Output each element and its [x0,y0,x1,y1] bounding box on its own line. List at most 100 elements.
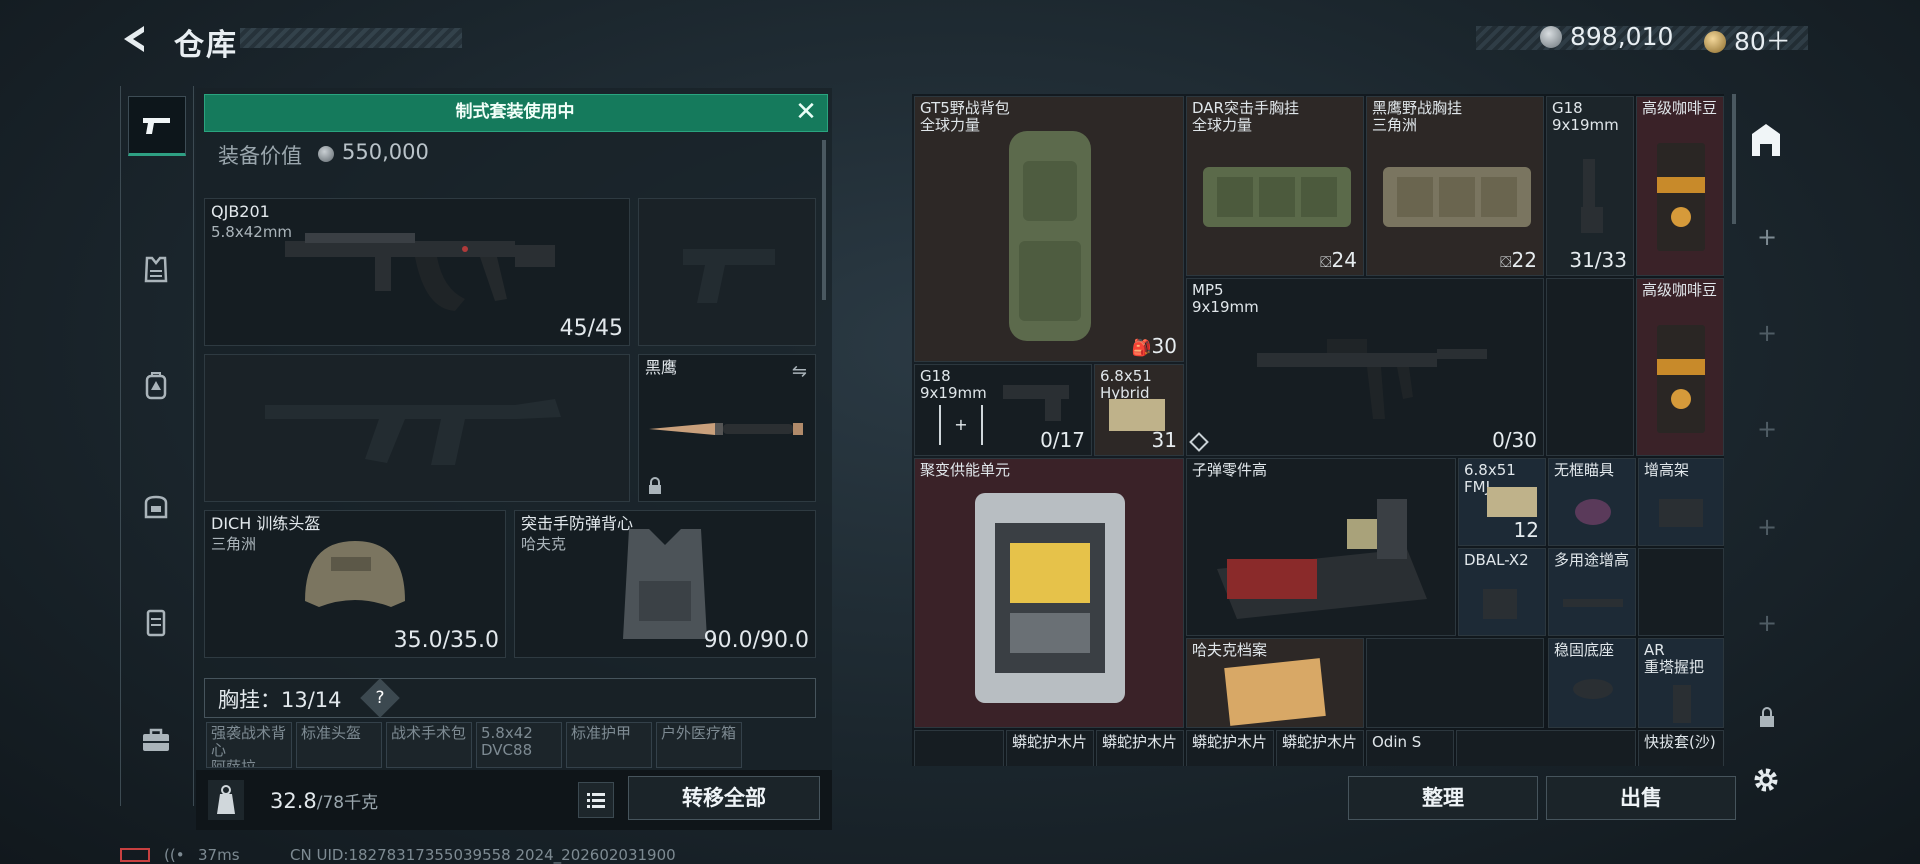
rig-image [1203,167,1351,227]
storage-item-ammo-hybrid[interactable]: 6.8x51 Hybrid 31 [1094,364,1184,456]
storage-grid: GT5野战背包 全球力量 🎒30 DAR突击手胸挂 全球力量 ⛋24 黑鹰野战胸挂三… [912,94,1724,766]
storage-item-holster[interactable]: 快拔套(沙) [1638,730,1724,766]
category-case[interactable] [128,594,184,650]
storage-item-fusion-unit[interactable]: 聚变供能单元 [914,458,1184,728]
chest-rig-label: 胸挂：13/14 [218,688,342,712]
backpack-image [1009,131,1091,341]
chest-item[interactable]: 户外医疗箱 [656,722,742,768]
storage-empty-cell[interactable] [1638,548,1724,636]
chest-item[interactable]: 战术手术包 [386,722,472,768]
storage-item-plate[interactable]: 蟒蛇护木片 [1186,730,1274,766]
backpack-mini-icon: 🎒 [1131,338,1152,357]
storage-item-coffee[interactable]: 高级咖啡豆 [1636,278,1724,456]
slot-helmet[interactable]: DICH 训练头盔 三角洲 35.0/35.0 [204,510,506,658]
transfer-all-button[interactable]: 转移全部 [628,776,820,820]
riser-image [1659,499,1703,527]
armor-maker: 哈夫克 [521,535,567,553]
storage-scrollbar[interactable] [1732,94,1736,224]
sort-button[interactable]: 整理 [1348,776,1538,820]
storage-item-g18[interactable]: G18 9x19mm 31/33 [1546,96,1634,276]
storage-item-multi-riser[interactable]: 多用途增高 [1548,548,1636,636]
storage-item-coffee[interactable]: 高级咖啡豆 [1636,96,1724,276]
chest-item[interactable]: 标准头盔 [296,722,382,768]
coffee-bag-image [1657,143,1705,251]
storage-empty-cell[interactable] [1456,730,1636,766]
weight-icon [208,780,244,820]
slot-melee[interactable]: 黑鹰 ⇋ [638,354,816,502]
helmet-maker: 三角洲 [211,535,257,553]
list-view-button[interactable] [578,782,614,818]
storage-item-ar-grip[interactable]: AR 重塔握把 [1638,638,1724,728]
chest-item[interactable]: 5.8x42 DVC88 [476,722,562,768]
category-bag[interactable] [128,478,184,534]
rifle-placeholder-icon [265,399,561,465]
melee-name: 黑鹰 [645,358,678,377]
pistol-image [1581,159,1603,233]
slot-secondary-primary[interactable] [204,354,630,502]
storage-empty-cell[interactable] [914,730,1004,766]
storage-item-stable-base[interactable]: 稳固底座 [1548,638,1636,728]
storage-tab-icon[interactable] [1748,120,1784,160]
help-icon: ? [375,688,385,708]
add-storage-tab-icon[interactable]: + [1752,414,1782,444]
add-storage-tab-icon[interactable]: + [1752,222,1782,252]
rig-image [1383,167,1531,227]
close-icon[interactable]: ✕ [792,98,820,126]
storage-item-dar-rig[interactable]: DAR突击手胸挂 全球力量 ⛋24 [1186,96,1364,276]
chest-item[interactable]: 标准护甲 [566,722,652,768]
storage-item-plate[interactable]: 蟒蛇护木片 [1096,730,1184,766]
add-storage-tab-icon[interactable]: + [1752,318,1782,348]
fusion-cell-image [975,493,1125,703]
helmet-durability: 35.0/35.0 [393,628,499,653]
storage-item-plate[interactable]: 蟒蛇护木片 [1276,730,1364,766]
add-storage-tab-icon[interactable]: + [1752,608,1782,638]
sight-image [1575,499,1611,525]
storage-item-heiying-rig[interactable]: 黑鹰野战胸挂 三角洲 ⛋22 [1366,96,1544,276]
storage-item-frameless-sight[interactable]: 无框瞄具 [1548,458,1636,546]
swap-icon[interactable]: ⇋ [792,361,807,382]
back-arrow-icon[interactable] [118,22,152,56]
storage-item-riser[interactable]: 增高架 [1638,458,1724,546]
currency-silver[interactable]: 898,010 [1540,22,1673,51]
storage-empty-cell[interactable] [1546,278,1634,456]
storage-item-mp5[interactable]: MP5 9x19mm 0/30 [1186,278,1544,456]
ammo-box-image [1109,399,1165,431]
category-armor[interactable] [128,242,184,298]
wifi-icon: ((• [164,846,185,864]
slot-secondary-weapon[interactable] [638,198,816,346]
gear-icon[interactable] [1750,764,1782,796]
equipment-value: 550,000 [342,140,429,164]
slot-primary-weapon[interactable]: QJB201 5.8x42mm 45/45 [204,198,630,346]
storage-item-bullet-parts[interactable]: 子弹零件高 [1186,458,1456,636]
category-tools[interactable] [128,712,184,768]
ammo-box-image [1487,487,1537,517]
currency-gold[interactable]: 80＋ [1704,22,1791,58]
chest-item[interactable]: 强袭战术背心 阿萨拉 [206,722,292,768]
case-icon [146,609,166,637]
list-icon [587,793,605,808]
sell-button[interactable]: 出售 [1546,776,1736,820]
backpack-icon [145,372,167,400]
attach-icon[interactable]: + [939,405,983,445]
category-backpack[interactable] [128,358,184,414]
no-ammo-icon [1189,432,1209,452]
storage-item-plate[interactable]: 蟒蛇护木片 [1006,730,1094,766]
storage-item-ammo-fmj[interactable]: 6.8x51 FMJ 12 [1458,458,1546,546]
storage-item-odin[interactable]: Odin S [1366,730,1454,766]
category-rail [120,86,194,806]
uid: CN UID:18278317355039558 2024_2026020319… [290,846,676,864]
storage-empty-cell[interactable] [1366,638,1544,728]
storage-item-gt5-backpack[interactable]: GT5野战背包 全球力量 🎒30 [914,96,1184,362]
rifle-image [285,233,555,311]
category-weapons[interactable] [128,96,186,156]
storage-item-haavk-file[interactable]: 哈夫克档案 [1186,638,1364,728]
helmet-image [305,541,405,607]
loadout-scrollbar[interactable] [822,140,826,300]
battery-icon [120,848,150,862]
storage-item-g18[interactable]: G18 9x19mm + 0/17 [914,364,1092,456]
slot-armor[interactable]: 突击手防弹背心 哈夫克 90.0/90.0 [514,510,816,658]
armor-icon [144,256,168,283]
storage-item-dbal[interactable]: DBAL-X2 [1458,548,1546,636]
knife-image [649,423,803,435]
add-storage-tab-icon[interactable]: + [1752,512,1782,542]
